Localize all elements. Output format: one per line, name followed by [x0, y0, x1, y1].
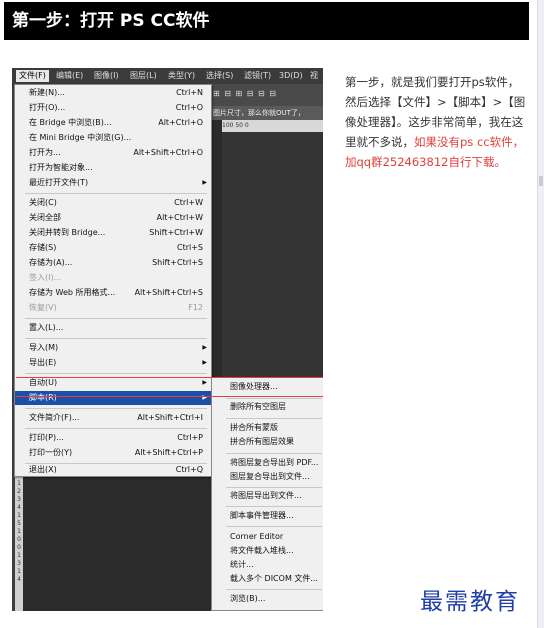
menu-file[interactable]: 文件(F)	[16, 70, 49, 82]
highlight-line-bottom	[16, 396, 323, 397]
menu-item-close[interactable]: 关闭(C) Ctrl+W	[15, 196, 211, 210]
scrollbar[interactable]	[537, 0, 544, 628]
divider	[226, 506, 322, 507]
menu-item-print-one[interactable]: 打印一份(Y) Alt+Shift+Ctrl+P	[15, 446, 211, 460]
scripts-submenu: 图像处理器... 删除所有空图层 拼合所有蒙版 拼合所有图层效果 将图层复合导出…	[211, 377, 323, 611]
divider	[226, 418, 322, 419]
menu-item-scripts[interactable]: 脚本(R) ▶	[15, 391, 211, 405]
submenu-item-image-processor[interactable]: 图像处理器...	[212, 380, 323, 394]
brand-watermark: 最需教育	[420, 589, 520, 615]
align-icons[interactable]: ⊞ ⊟ ⊞ ⊟ ⊟ ⊟	[213, 89, 277, 98]
menu-3d[interactable]: 3D(D)	[276, 70, 306, 82]
menu-item-check-in: 签入(I)...	[29, 273, 62, 282]
divider	[226, 453, 322, 454]
menu-item-save[interactable]: 存储(S) Ctrl+S	[15, 241, 211, 255]
divider	[25, 373, 207, 374]
divider	[25, 408, 207, 409]
menu-item-open-smart-object[interactable]: 打开为智能对象...	[15, 161, 211, 175]
submenu-arrow-icon: ▶	[202, 359, 207, 366]
instruction-paragraph: 第一步，就是我们要打开ps软件，然后选择【文件】>【脚本】>【图像处理器】。这步…	[345, 72, 527, 172]
submenu-arrow-icon: ▶	[202, 379, 207, 386]
menu-item-close-all[interactable]: 关闭全部 Alt+Ctrl+W	[15, 211, 211, 225]
menu-item-import[interactable]: 导入(M) ▶	[15, 341, 211, 355]
vertical-ruler: 0 1 2 3 4 1 5 1 0 0 1 3 1 4	[15, 472, 23, 611]
section-title: 第一步：打开 PS CC软件	[4, 2, 529, 40]
submenu-item-browse[interactable]: 浏览(B)...	[212, 592, 323, 606]
submenu-item-delete-empty-layers[interactable]: 删除所有空图层	[212, 400, 323, 414]
divider	[226, 589, 322, 590]
menu-edit[interactable]: 编辑(E)	[53, 70, 86, 82]
horizontal-ruler: 100 50 0	[222, 120, 323, 132]
menu-type[interactable]: 类型(Y)	[165, 70, 198, 82]
divider	[25, 318, 207, 319]
options-bar: ⊞ ⊟ ⊞ ⊟ ⊟ ⊟	[209, 84, 323, 106]
menu-item-place[interactable]: 置入(L)...	[15, 321, 211, 335]
menu-item-recent[interactable]: 最近打开文件(T) ▶	[15, 176, 211, 190]
submenu-item-load-stack[interactable]: 将文件载入堆栈...	[212, 544, 323, 558]
menu-item-new[interactable]: 新建(N)... Ctrl+N	[15, 86, 211, 100]
scrollbar-thumb[interactable]	[539, 176, 543, 186]
photoshop-screenshot: 文件(F) 编辑(E) 图像(I) 图层(L) 类型(Y) 选择(S) 滤镜(T…	[12, 68, 323, 611]
menu-view[interactable]: 视	[307, 70, 321, 82]
divider	[226, 398, 322, 399]
menu-item-file-info[interactable]: 文件简介(F)... Alt+Shift+Ctrl+I	[15, 411, 211, 425]
submenu-item-corner-editor[interactable]: Corner Editor	[212, 530, 323, 544]
document-tab[interactable]: 图片尺寸，那么你就OUT了，	[209, 106, 323, 120]
menu-filter[interactable]: 滤镜(T)	[241, 70, 274, 82]
submenu-item-comps-to-files[interactable]: 图层复合导出到文件...	[212, 470, 323, 484]
menu-item-save-for-web[interactable]: 存储为 Web 所用格式... Alt+Shift+Ctrl+S	[15, 286, 211, 300]
menu-image[interactable]: 图像(I)	[91, 70, 122, 82]
divider	[25, 428, 207, 429]
submenu-item-flatten-effects[interactable]: 拼合所有图层效果	[212, 435, 323, 449]
divider	[226, 526, 322, 527]
divider	[25, 193, 207, 194]
canvas-area	[222, 132, 323, 382]
menu-item-print[interactable]: 打印(P)... Ctrl+P	[15, 431, 211, 445]
submenu-item-comps-to-pdf[interactable]: 将图层复合导出到 PDF...	[212, 456, 323, 470]
file-menu: 新建(N)... Ctrl+N 打开(O)... Ctrl+O 在 Bridge 中…	[14, 84, 212, 477]
submenu-item-statistics[interactable]: 统计...	[212, 558, 323, 572]
highlight-line-top	[16, 377, 323, 378]
divider	[226, 487, 322, 488]
menu-item-revert: 恢复(V) F12	[29, 303, 203, 312]
submenu-item-load-dicom[interactable]: 载入多个 DICOM 文件...	[212, 572, 323, 586]
menu-layer[interactable]: 图层(L)	[127, 70, 160, 82]
menu-item-automate[interactable]: 自动(U) ▶	[15, 376, 211, 390]
submenu-item-script-events[interactable]: 脚本事件管理器...	[212, 509, 323, 523]
submenu-item-flatten-masks[interactable]: 拼合所有蒙版	[212, 421, 323, 435]
submenu-arrow-icon: ▶	[202, 344, 207, 351]
menu-item-close-to-bridge[interactable]: 关闭并转到 Bridge... Shift+Ctrl+W	[15, 226, 211, 240]
menu-item-save-as[interactable]: 存储为(A)... Shift+Ctrl+S	[15, 256, 211, 270]
menu-item-exit[interactable]: 退出(X) Ctrl+Q	[15, 463, 211, 477]
menubar: 文件(F) 编辑(E) 图像(I) 图层(L) 类型(Y) 选择(S) 滤镜(T…	[12, 68, 323, 85]
menu-select[interactable]: 选择(S)	[203, 70, 236, 82]
submenu-arrow-icon: ▶	[202, 394, 207, 401]
menu-item-browse-bridge[interactable]: 在 Bridge 中浏览(B)... Alt+Ctrl+O	[15, 116, 211, 130]
menu-item-open-as[interactable]: 打开为... Alt+Shift+Ctrl+O	[15, 146, 211, 160]
divider	[25, 338, 207, 339]
submenu-arrow-icon: ▶	[202, 179, 207, 186]
menu-item-open[interactable]: 打开(O)... Ctrl+O	[15, 101, 211, 115]
menu-item-mini-bridge[interactable]: 在 Mini Bridge 中浏览(G)...	[15, 131, 211, 145]
menu-item-export[interactable]: 导出(E) ▶	[15, 356, 211, 370]
submenu-item-layers-to-files[interactable]: 将图层导出到文件...	[212, 489, 323, 503]
